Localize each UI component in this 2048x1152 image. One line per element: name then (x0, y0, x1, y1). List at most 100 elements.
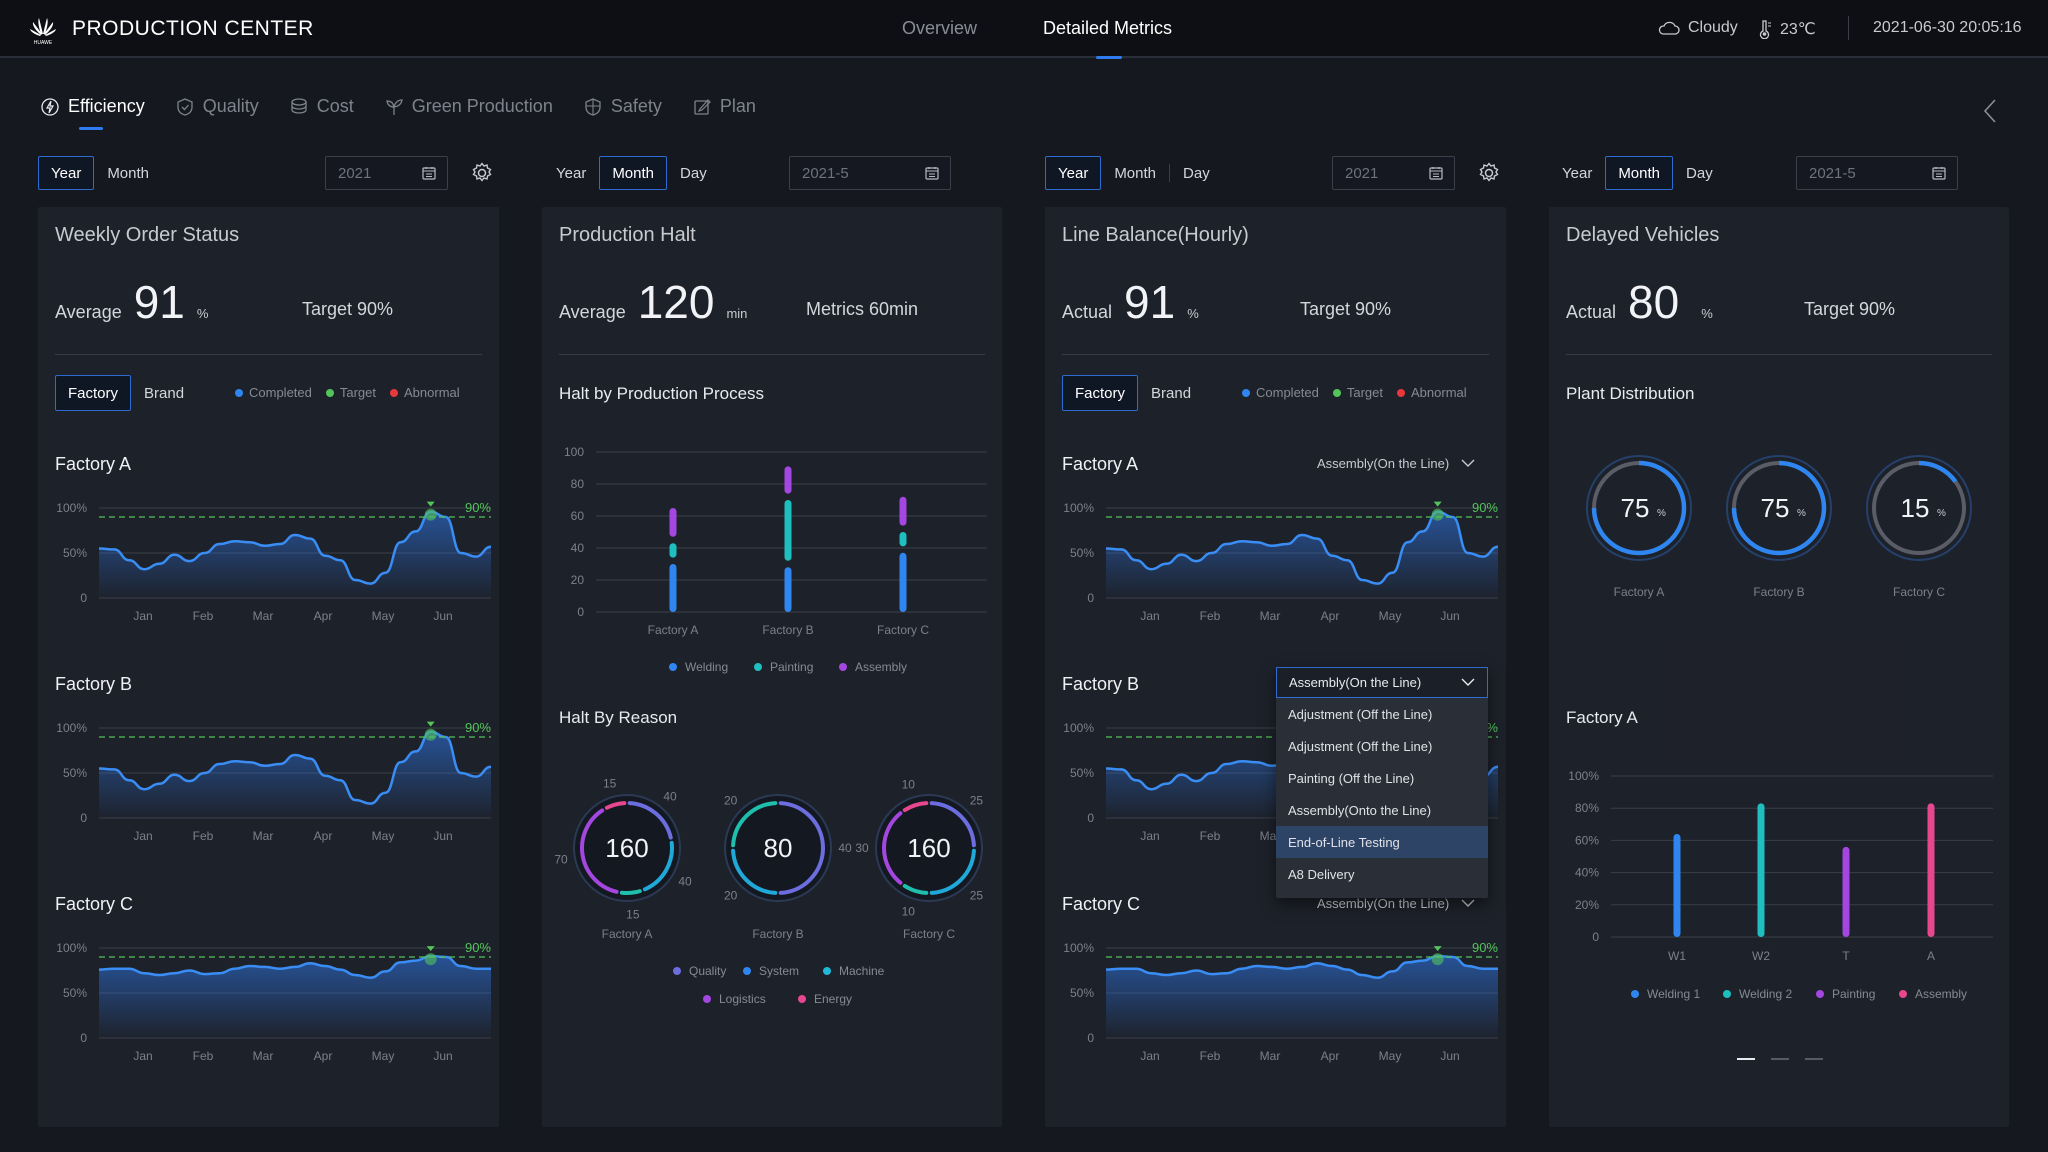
nav-detailed-metrics[interactable]: Detailed Metrics (1043, 18, 1172, 39)
area-fill (1106, 956, 1498, 1038)
period-year[interactable]: Year (1549, 156, 1605, 190)
toggle-factory[interactable]: Factory (1062, 375, 1139, 411)
x-tick-label: Mar (253, 1049, 274, 1063)
target-label: 90% (1472, 500, 1498, 515)
legend-label: Painting (1832, 987, 1875, 1001)
period-day[interactable]: Day (1673, 156, 1726, 190)
period-year[interactable]: Year (38, 156, 95, 190)
x-tick-label: Jun (1440, 1049, 1459, 1063)
peak-highlight (424, 728, 437, 741)
donut-total: 160 (907, 833, 950, 863)
period-selector-2: Year Month Day (543, 156, 720, 190)
y-tick-label: 0 (577, 605, 584, 619)
date-picker-2[interactable]: 2021-5 (789, 156, 951, 190)
weather-label: Cloudy (1688, 19, 1738, 36)
tab-label: Efficiency (68, 96, 145, 116)
dropdown-option[interactable]: Adjustment (Off the Line) (1276, 730, 1488, 762)
toggle-brand[interactable]: Brand (131, 375, 197, 411)
x-tick-label: Apr (1321, 1049, 1340, 1063)
stat-value: 120 (637, 276, 715, 328)
period-month[interactable]: Month (1101, 156, 1169, 190)
weekly-order-factory-b-chart: 0 50% 100% 90% Jan Feb Mar Apr May Jun (56, 720, 491, 843)
gauge-name: Factory B (1753, 585, 1804, 599)
target-label: 90% (1472, 940, 1498, 955)
period-day[interactable]: Day (1170, 156, 1223, 190)
y-tick-label: 100% (1568, 769, 1599, 783)
legend-dot (1816, 990, 1824, 998)
x-tick-label: W2 (1752, 949, 1770, 963)
donut-total: 160 (605, 833, 648, 863)
date-picker-3[interactable]: 2021 (1332, 156, 1455, 190)
y-tick-label: 50% (1070, 546, 1094, 560)
target-label: 90% (465, 720, 491, 735)
toggle-factory[interactable]: Factory (55, 375, 132, 411)
process-select-b[interactable]: Assembly(On the Line) (1276, 667, 1488, 698)
period-month[interactable]: Month (1605, 156, 1674, 190)
donut-value-label: 40 (838, 841, 852, 855)
bar-segment-painting (899, 532, 907, 547)
tab-plan[interactable]: Plan (692, 96, 756, 117)
tab-safety[interactable]: Safety (583, 96, 662, 117)
dropdown-option[interactable]: Adjustment (Off the Line) (1276, 698, 1488, 730)
x-tick-label: A (1927, 949, 1935, 963)
y-tick-label: 60 (571, 509, 585, 523)
period-year[interactable]: Year (543, 156, 599, 190)
gauge-unit: % (1657, 508, 1666, 519)
legend-label: Painting (770, 660, 813, 674)
x-tick-label: May (1379, 609, 1402, 623)
x-tick-label: Jun (433, 1049, 452, 1063)
x-tick-label: Apr (1321, 609, 1340, 623)
bar-segment-assembly (669, 508, 677, 537)
tab-cost[interactable]: Cost (289, 96, 354, 117)
x-tick-label: Mar (1260, 1049, 1281, 1063)
tab-green-production[interactable]: Green Production (384, 96, 553, 117)
y-tick-label: 80 (571, 477, 585, 491)
pager-dot-3[interactable] (1805, 1058, 1823, 1060)
process-select-c[interactable]: Assembly(On the Line) (1317, 896, 1475, 911)
legend-dot (823, 967, 831, 975)
period-day[interactable]: Day (667, 156, 720, 190)
y-tick-label: 0 (1592, 930, 1599, 944)
dropdown-option[interactable]: Painting (Off the Line) (1276, 762, 1488, 794)
gauge-value: 75 (1761, 493, 1790, 523)
area-fill (99, 511, 491, 598)
dropdown-option[interactable]: A8 Delivery (1276, 858, 1488, 890)
legend-abnormal: Abnormal (390, 385, 460, 400)
date-picker-1[interactable]: 2021 (325, 156, 448, 190)
toggle-brand[interactable]: Brand (1138, 375, 1204, 411)
pager-dot-1[interactable] (1737, 1058, 1755, 1060)
card-title: Delayed Vehicles (1566, 224, 1720, 246)
peak-highlight (424, 953, 437, 966)
top-bar: HUAWE PRODUCTION CENTER Overview Detaile… (0, 0, 2048, 59)
process-select-a[interactable]: Assembly(On the Line) (1317, 456, 1475, 471)
nav-overview[interactable]: Overview (902, 18, 977, 39)
period-month[interactable]: Month (599, 156, 668, 190)
x-tick-label: Feb (193, 609, 214, 623)
bar-w2 (1757, 803, 1765, 937)
donut-value-label: 10 (902, 777, 916, 791)
gear-icon[interactable] (470, 161, 494, 185)
period-year[interactable]: Year (1045, 156, 1102, 190)
peak-marker (426, 946, 435, 952)
x-tick-label: Mar (1260, 609, 1281, 623)
datetime: 2021-06-30 20:05:16 (1873, 19, 2022, 36)
gear-icon[interactable] (1477, 161, 1501, 185)
peak-marker (1433, 946, 1442, 952)
metrics-stat: Metrics 60min (806, 299, 919, 319)
date-picker-4[interactable]: 2021-5 (1796, 156, 1958, 190)
section-title: Halt by Production Process (559, 384, 765, 403)
divider (1566, 354, 1992, 355)
dropdown-option[interactable]: Assembly(Onto the Line) (1276, 794, 1488, 826)
period-month[interactable]: Month (94, 156, 162, 190)
tab-label: Green Production (411, 96, 553, 116)
dropdown-option-highlighted[interactable]: End-of-Line Testing (1276, 826, 1488, 858)
pager-dot-2[interactable] (1771, 1058, 1789, 1060)
legend-label: Target (1346, 385, 1384, 400)
tab-efficiency[interactable]: Efficiency (40, 96, 145, 117)
tab-quality[interactable]: Quality (175, 96, 259, 117)
thermometer-icon (1759, 20, 1771, 39)
peak-marker (426, 501, 435, 507)
legend-dot (669, 663, 677, 671)
process-dropdown[interactable]: Assembly(On the Line) Adjustment (Off th… (1276, 667, 1488, 898)
chevron-left-icon[interactable] (1980, 96, 2000, 126)
